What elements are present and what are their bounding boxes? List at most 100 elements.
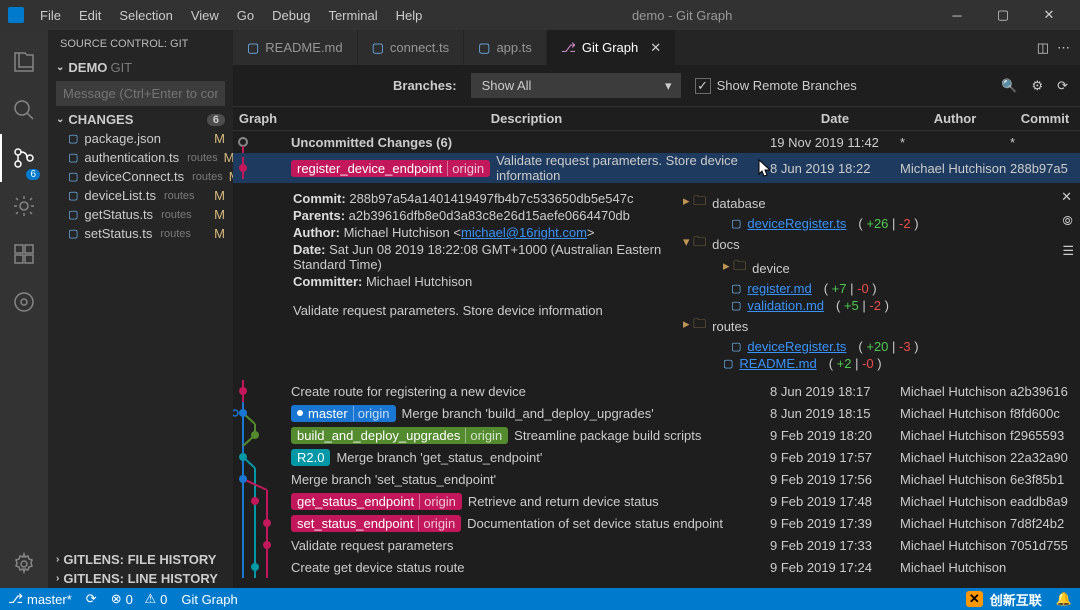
changed-file[interactable]: ▢package.jsonM — [48, 129, 233, 148]
commit-row[interactable]: build_and_deploy_upgradesoriginStreamlin… — [233, 424, 1080, 446]
sidebar: SOURCE CONTROL: GIT ⌄ DEMO GIT ⌄ CHANGES… — [48, 30, 233, 588]
branch-ref[interactable]: masterorigin — [291, 405, 396, 422]
menu-file[interactable]: File — [32, 4, 69, 27]
col-description: Description — [283, 107, 770, 130]
search-icon[interactable] — [0, 86, 48, 134]
explorer-icon[interactable] — [0, 38, 48, 86]
close-icon[interactable]: ✕ — [650, 40, 661, 56]
search-icon[interactable]: 🔍 — [1001, 78, 1017, 94]
status-gitgraph[interactable]: Git Graph — [181, 592, 237, 607]
commit-row[interactable]: set_status_endpointoriginDocumentation o… — [233, 512, 1080, 534]
close-details-icon[interactable]: ✕ — [1061, 189, 1072, 205]
commit-row[interactable]: get_status_endpointoriginRetrieve and re… — [233, 490, 1080, 512]
checkbox-checked-icon: ✓ — [695, 78, 711, 94]
gitgraph-tab-icon: ⎇ — [561, 40, 576, 56]
status-bar: ⎇master* ⟳ ⊗0 ⚠0 Git Graph ✕创新互联 🔔 — [0, 588, 1080, 610]
watermark-brand: ✕创新互联 — [966, 590, 1042, 609]
status-modified: M — [224, 150, 233, 165]
commit-row[interactable]: masteroriginMerge branch 'build_and_depl… — [233, 402, 1080, 424]
branch-ref[interactable]: R2.0 — [291, 449, 330, 466]
folder-database[interactable]: ▸ 🗀database — [683, 191, 1068, 215]
status-problems[interactable]: ⊗0 ⚠0 — [111, 591, 168, 607]
changed-file[interactable]: ▢authentication.tsroutesM — [48, 148, 233, 167]
folder-routes[interactable]: ▸ 🗀routes — [683, 314, 1068, 338]
status-notifications[interactable]: 🔔 — [1056, 591, 1072, 607]
folder-device[interactable]: ▸ 🗀device — [683, 256, 1068, 280]
folder-icon: ▾ 🗀 — [683, 233, 706, 255]
col-author: Author — [900, 107, 1010, 130]
file-item[interactable]: ▢README.md( +2 | -0 ) — [683, 355, 1068, 372]
file-icon: ▢ — [723, 357, 733, 370]
branch-ref[interactable]: register_device_endpointorigin — [291, 160, 490, 177]
changed-file[interactable]: ▢deviceList.tsroutesM — [48, 186, 233, 205]
commit-row[interactable]: Create route for registering a new devic… — [233, 380, 1080, 402]
commit-list[interactable]: Uncommitted Changes (6) 19 Nov 2019 11:4… — [233, 131, 1080, 588]
branch-icon: ⎇ — [8, 591, 23, 607]
split-editor-icon[interactable]: ◫ — [1037, 40, 1049, 56]
window-title: demo - Git Graph — [430, 8, 934, 23]
file-item[interactable]: ▢deviceRegister.ts( +20 | -3 ) — [683, 338, 1068, 355]
menu-terminal[interactable]: Terminal — [320, 4, 385, 27]
commit-row[interactable]: Validate request parameters9 Feb 2019 17… — [233, 534, 1080, 556]
file-item[interactable]: ▢register.md( +7 | -0 ) — [683, 280, 1068, 297]
file-icon: ▢ — [68, 132, 78, 145]
menu-edit[interactable]: Edit — [71, 4, 109, 27]
gitlens-file-history[interactable]: ›GITLENS: FILE HISTORY — [48, 550, 233, 569]
tab-gitgraph[interactable]: ⎇Git Graph✕ — [547, 30, 676, 65]
tab-connect[interactable]: ▢connect.ts — [358, 30, 465, 65]
commit-row[interactable]: Create get device status route9 Feb 2019… — [233, 556, 1080, 578]
extensions-icon[interactable] — [0, 230, 48, 278]
menu-help[interactable]: Help — [388, 4, 431, 27]
chevron-down-icon: ⌄ — [56, 62, 64, 73]
settings-icon[interactable]: ⚙ — [1031, 78, 1043, 94]
more-icon[interactable]: ⋯ — [1057, 40, 1070, 56]
status-branch[interactable]: ⎇master* — [8, 591, 72, 607]
branch-ref[interactable]: get_status_endpointorigin — [291, 493, 462, 510]
view-extension-icon[interactable]: ⦾ — [1062, 213, 1074, 229]
branch-ref[interactable]: build_and_deploy_upgradesorigin — [291, 427, 508, 444]
source-control-icon[interactable]: 6 — [0, 134, 48, 182]
menu-debug[interactable]: Debug — [264, 4, 318, 27]
commit-details: ✕ ⦾ ☰ Commit: 288b97a54a1401419497fb4b7c… — [233, 183, 1080, 380]
commit-message: Validate request parameters. Store devic… — [293, 303, 663, 318]
author-email-link[interactable]: michael@16right.com — [461, 225, 587, 240]
uncommitted-row[interactable]: Uncommitted Changes (6) 19 Nov 2019 11:4… — [233, 131, 1080, 153]
maximize-button[interactable]: ▢ — [980, 0, 1026, 30]
changed-file[interactable]: ▢deviceConnect.tsroutesM — [48, 167, 233, 186]
col-date: Date — [770, 107, 900, 130]
commit-row[interactable]: Merge branch 'set_status_endpoint'9 Feb … — [233, 468, 1080, 490]
tab-readme[interactable]: ▢README.md — [233, 30, 358, 65]
changed-file[interactable]: ▢getStatus.tsroutesM — [48, 205, 233, 224]
repo-header[interactable]: ⌄ DEMO GIT — [48, 58, 233, 77]
changes-header[interactable]: ⌄ CHANGES 6 — [48, 110, 233, 129]
file-item[interactable]: ▢validation.md( +5 | -2 ) — [683, 297, 1068, 314]
status-sync[interactable]: ⟳ — [86, 591, 97, 607]
changed-file[interactable]: ▢setStatus.tsroutesM — [48, 224, 233, 243]
minimize-button[interactable]: ─ — [934, 0, 980, 30]
tab-app[interactable]: ▢app.ts — [464, 30, 547, 65]
file-icon: ▢ — [372, 40, 384, 56]
show-remote-checkbox[interactable]: ✓Show Remote Branches — [695, 78, 857, 94]
titlebar: File Edit Selection View Go Debug Termin… — [0, 0, 1080, 30]
tree-view-icon[interactable]: ☰ — [1062, 243, 1074, 259]
gitlens-line-history[interactable]: ›GITLENS: LINE HISTORY — [48, 569, 233, 588]
menu-view[interactable]: View — [183, 4, 227, 27]
warning-icon: ⚠ — [144, 591, 156, 607]
status-modified: M — [214, 207, 225, 222]
commit-message-input[interactable] — [56, 81, 225, 106]
settings-gear-icon[interactable] — [0, 540, 48, 588]
file-item[interactable]: ▢deviceRegister.ts( +26 | -2 ) — [683, 215, 1068, 232]
menu-selection[interactable]: Selection — [111, 4, 180, 27]
sidebar-header: SOURCE CONTROL: GIT — [48, 30, 233, 58]
commit-row-selected[interactable]: register_device_endpointorigin Validate … — [233, 153, 1080, 183]
branches-select[interactable]: Show All — [471, 73, 681, 98]
refresh-icon[interactable]: ⟳ — [1057, 78, 1068, 94]
debug-icon[interactable] — [0, 182, 48, 230]
folder-icon: ▸ 🗀 — [683, 315, 706, 337]
branch-ref[interactable]: set_status_endpointorigin — [291, 515, 461, 532]
close-button[interactable]: ✕ — [1026, 0, 1072, 30]
menu-go[interactable]: Go — [229, 4, 262, 27]
gitlens-icon[interactable] — [0, 278, 48, 326]
folder-docs[interactable]: ▾ 🗀docs — [683, 232, 1068, 256]
commit-row[interactable]: R2.0Merge branch 'get_status_endpoint'9 … — [233, 446, 1080, 468]
